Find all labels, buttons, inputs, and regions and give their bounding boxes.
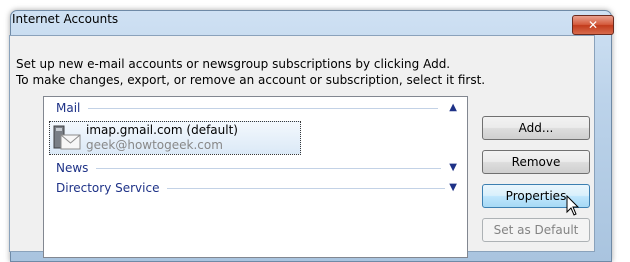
group-label-mail: Mail bbox=[56, 101, 81, 115]
add-button-label: Add... bbox=[518, 121, 554, 135]
instruction-line-1: Set up new e-mail accounts or newsgroup … bbox=[16, 57, 451, 71]
instructions: Set up new e-mail accounts or newsgroup … bbox=[16, 56, 485, 88]
group-divider bbox=[167, 187, 446, 189]
remove-button[interactable]: Remove bbox=[482, 150, 590, 174]
mail-account-icon bbox=[53, 125, 81, 150]
group-divider bbox=[96, 167, 442, 169]
properties-button-label: Properties bbox=[505, 189, 567, 203]
collapse-chevron-icon[interactable]: ▲ bbox=[449, 102, 457, 113]
account-name: imap.gmail.com (default) bbox=[86, 123, 238, 137]
group-label-news: News bbox=[56, 161, 89, 175]
group-header-news[interactable]: News bbox=[56, 161, 442, 175]
group-label-directory: Directory Service bbox=[56, 181, 160, 195]
instruction-line-2: To make changes, export, or remove an ac… bbox=[16, 73, 486, 87]
mouse-pointer-icon bbox=[566, 195, 580, 216]
close-button[interactable]: ✕ bbox=[572, 15, 614, 35]
account-item-gmail[interactable]: imap.gmail.com (default) geek@howtogeek.… bbox=[49, 121, 301, 155]
accounts-list[interactable]: Mail ▲ imap.gmail.com (default) geek@how… bbox=[43, 96, 468, 258]
group-header-mail[interactable]: Mail bbox=[56, 101, 439, 115]
dialog-title: Internet Accounts bbox=[12, 12, 119, 26]
expand-chevron-icon[interactable]: ▼ bbox=[449, 162, 457, 173]
remove-button-label: Remove bbox=[511, 155, 561, 169]
close-icon: ✕ bbox=[587, 18, 599, 32]
set-default-button-label: Set as Default bbox=[493, 223, 579, 237]
group-header-directory[interactable]: Directory Service bbox=[56, 181, 446, 195]
set-default-button[interactable]: Set as Default bbox=[482, 218, 590, 242]
add-button[interactable]: Add... bbox=[482, 116, 590, 140]
account-email: geek@howtogeek.com bbox=[86, 138, 223, 152]
expand-chevron-icon[interactable]: ▼ bbox=[449, 182, 457, 193]
group-divider bbox=[88, 107, 439, 109]
